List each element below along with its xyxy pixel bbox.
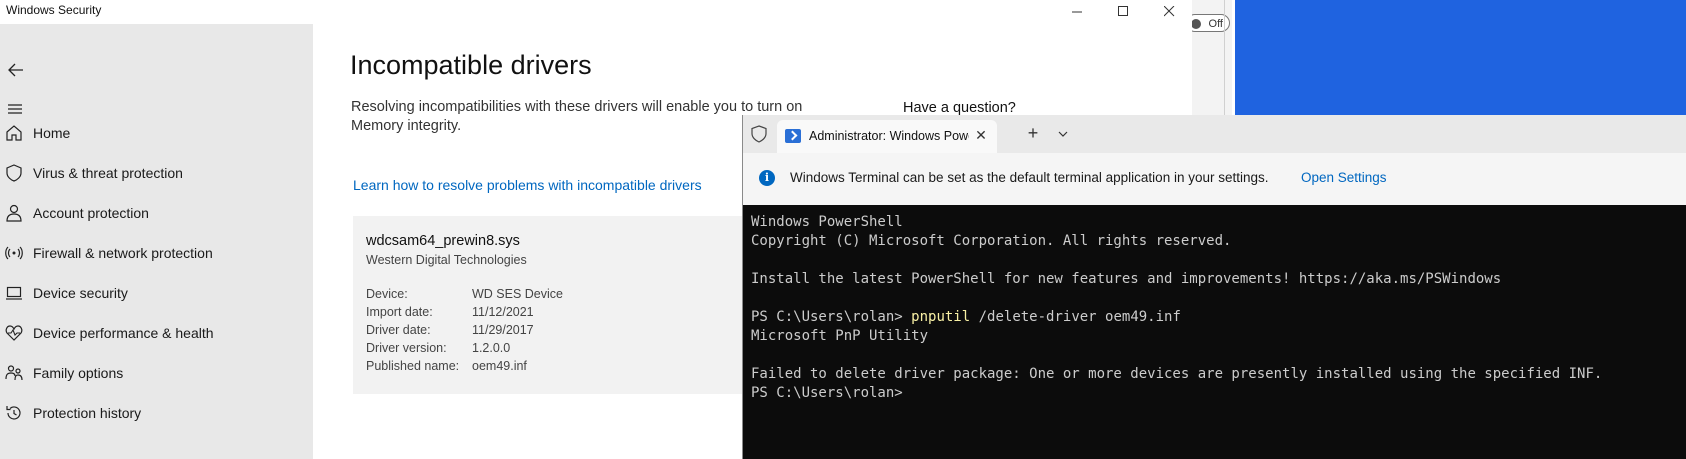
terminal-window: Administrator: Windows PowerShell ✕ + i … (742, 115, 1686, 459)
output-line: Microsoft PnP Utility (751, 328, 929, 344)
window-title: Windows Security (6, 3, 102, 17)
command-name: pnputil (911, 309, 971, 325)
help-heading: Have a question? (903, 100, 1016, 116)
background-divider (1224, 0, 1225, 120)
family-icon (4, 363, 24, 383)
command-args: /delete-driver oem49.inf (970, 309, 1181, 325)
nav-item-firewall[interactable]: Firewall & network protection (0, 235, 313, 271)
detail-value: WD SES Device (472, 287, 563, 301)
prompt: PS C:\Users\rolan> (751, 385, 903, 401)
detail-key: Published name: (366, 359, 460, 373)
detail-value: 1.2.0.0 (472, 341, 511, 355)
output-line: Copyright (C) Microsoft Corporation. All… (751, 233, 1232, 249)
driver-card[interactable]: wdcsam64_prewin8.sys Western Digital Tec… (353, 216, 753, 394)
nav-label: Account protection (33, 205, 149, 221)
nav-item-account-protection[interactable]: Account protection (0, 195, 313, 231)
output-line: Failed to delete driver package: One or … (751, 366, 1603, 382)
heart-pulse-icon (4, 323, 24, 343)
chevron-down-icon (1058, 131, 1068, 137)
close-button[interactable] (1146, 0, 1192, 22)
desktop-background (1235, 0, 1686, 118)
history-icon (4, 403, 24, 423)
nav-label: Protection history (33, 405, 142, 421)
driver-name: wdcsam64_prewin8.sys (366, 233, 520, 249)
back-arrow-icon (8, 63, 23, 77)
nav-label: Family options (33, 365, 124, 381)
tab-title: Administrator: Windows PowerShell (809, 129, 969, 143)
minimize-icon (1071, 11, 1082, 12)
output-line: Windows PowerShell (751, 214, 903, 230)
prompt: PS C:\Users\rolan> (751, 309, 912, 325)
driver-vendor: Western Digital Technologies (366, 253, 527, 267)
nav-item-virus-protection[interactable]: Virus & threat protection (0, 155, 313, 191)
maximize-icon (1117, 5, 1128, 16)
output-line: Install the latest PowerShell for new fe… (751, 271, 1502, 287)
driver-detail-row: Published name: oem49.inf (366, 359, 527, 373)
info-icon: i (759, 170, 775, 186)
tab-dropdown-button[interactable] (1057, 127, 1069, 139)
driver-detail-row: Device: WD SES Device (366, 287, 563, 301)
plus-icon: + (1027, 123, 1039, 143)
toggle-knob (1191, 19, 1201, 29)
detail-value: oem49.inf (472, 359, 527, 373)
admin-shield-icon (751, 125, 767, 143)
page-title: Incompatible drivers (350, 50, 592, 80)
nav-label: Device performance & health (33, 325, 214, 341)
detail-key: Import date: (366, 305, 433, 319)
driver-detail-row: Driver version: 1.2.0.0 (366, 341, 510, 355)
driver-detail-row: Import date: 11/12/2021 (366, 305, 534, 319)
wifi-icon (4, 243, 24, 263)
tab-powershell[interactable]: Administrator: Windows PowerShell ✕ (777, 120, 997, 153)
nav-item-device-security[interactable]: Device security (0, 275, 313, 311)
info-message: Windows Terminal can be set as the defau… (790, 170, 1269, 185)
home-icon (4, 123, 24, 143)
laptop-icon (4, 283, 24, 303)
terminal-output[interactable]: Windows PowerShell Copyright (C) Microso… (751, 213, 1602, 403)
learn-more-link[interactable]: Learn how to resolve problems with incom… (353, 177, 702, 193)
powershell-icon (785, 129, 801, 143)
background-window: Off (1186, 0, 1232, 120)
toggle-label: Off (1208, 18, 1223, 30)
new-tab-button[interactable]: + (1025, 123, 1041, 143)
maximize-button[interactable] (1100, 0, 1146, 22)
nav-item-home[interactable]: Home (0, 115, 313, 151)
tab-close-icon[interactable]: ✕ (973, 127, 989, 143)
detail-value: 11/12/2021 (472, 305, 534, 319)
nav-label: Virus & threat protection (33, 165, 183, 181)
nav-item-device-performance[interactable]: Device performance & health (0, 315, 313, 351)
sidebar: Home Virus & threat protection Account p… (0, 24, 313, 459)
close-icon (1163, 5, 1174, 16)
nav-label: Home (33, 125, 71, 141)
person-icon (4, 203, 24, 223)
back-button[interactable] (6, 60, 30, 80)
tab-bar: Administrator: Windows PowerShell ✕ + (743, 115, 1686, 153)
detail-key: Driver version: (366, 341, 447, 355)
nav-item-protection-history[interactable]: Protection history (0, 395, 313, 431)
nav-label: Device security (33, 285, 128, 301)
open-settings-link[interactable]: Open Settings (1301, 170, 1387, 185)
detail-key: Driver date: (366, 323, 431, 337)
detail-key: Device: (366, 287, 408, 301)
minimize-button[interactable] (1054, 0, 1100, 22)
nav-item-family-options[interactable]: Family options (0, 355, 313, 391)
driver-detail-row: Driver date: 11/29/2017 (366, 323, 534, 337)
nav-label: Firewall & network protection (33, 245, 213, 261)
info-bar: i Windows Terminal can be set as the def… (743, 153, 1686, 205)
title-bar: Windows Security (0, 0, 1192, 24)
detail-value: 11/29/2017 (472, 323, 534, 337)
shield-icon (4, 163, 24, 183)
